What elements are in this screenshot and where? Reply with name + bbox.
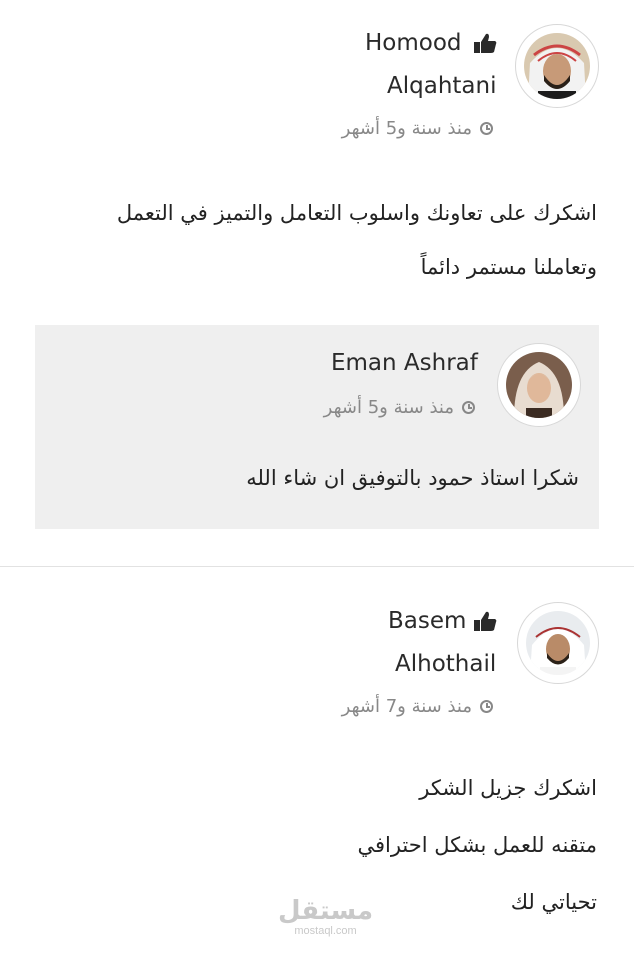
clock-icon <box>480 700 493 713</box>
reviewer-name[interactable]: Basem <box>388 608 466 634</box>
reply-time-text: منذ سنة و5 أشهر <box>323 397 454 418</box>
reviewer-avatar[interactable] <box>517 602 599 684</box>
clock-icon <box>480 122 493 135</box>
watermark-logo-text: مستقل <box>278 896 374 926</box>
review-time-text: منذ سنة و5 أشهر <box>341 118 472 139</box>
review-time: منذ سنة و7 أشهر <box>342 696 493 717</box>
reviewer-first-name[interactable]: Basem <box>388 608 466 634</box>
avatar-image <box>526 611 590 675</box>
reviewer-first-name[interactable]: Homood <box>365 30 462 56</box>
comment-line: وتعاملنا مستمر دائماً <box>420 255 597 279</box>
reply-avatar[interactable] <box>497 343 581 427</box>
reply-author-name[interactable]: Eman Ashraf <box>331 350 478 376</box>
divider <box>0 566 634 567</box>
watermark-domain: mostaql.com <box>294 925 357 937</box>
comment-line: متقنه للعمل بشكل احترافي <box>357 833 597 857</box>
reply-text: شكرا استاذ حمود بالتوفيق ان شاء الله <box>246 466 579 490</box>
avatar-image <box>524 33 590 99</box>
mostaql-watermark: مستقل mostaql.com <box>278 897 373 937</box>
review-time-text: منذ سنة و7 أشهر <box>341 696 472 717</box>
comment-line: اشكرك على تعاونك واسلوب التعامل والتميز … <box>116 201 597 225</box>
reviewer-name[interactable]: Homood <box>365 30 462 56</box>
thumbs-up-icon <box>474 33 497 53</box>
thumbs-up-icon <box>474 611 497 631</box>
review-comment: اشكرك على تعاونك واسلوب التعامل والتميز … <box>37 186 597 294</box>
reviewer-last-name[interactable]: Alqahtani <box>387 73 496 99</box>
reviewer-avatar[interactable] <box>515 24 599 108</box>
reply-time: منذ سنة و5 أشهر <box>324 397 475 418</box>
reviewer-last-name[interactable]: Alhothail <box>395 651 496 677</box>
avatar-image <box>506 352 572 418</box>
clock-icon <box>462 401 475 414</box>
review-time: منذ سنة و5 أشهر <box>342 118 493 139</box>
comment-line: اشكرك جزيل الشكر <box>419 776 597 800</box>
